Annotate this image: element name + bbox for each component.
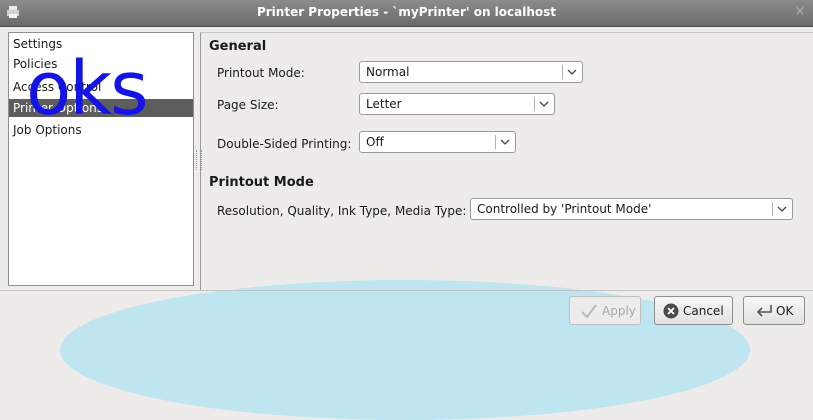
divider <box>0 290 813 291</box>
cancel-icon <box>663 303 679 319</box>
apply-button[interactable]: Apply <box>569 296 641 325</box>
sidebar-item-label: Job Options <box>13 123 82 137</box>
double-sided-label: Double-Sided Printing: <box>217 137 352 151</box>
decorative-arc <box>60 280 750 420</box>
ok-label: OK <box>776 304 794 318</box>
page-size-select[interactable]: Letter <box>359 93 555 115</box>
sidebar-item-job-options[interactable]: Job Options <box>9 121 193 139</box>
page-size-value: Letter <box>366 97 402 111</box>
sidebar-item-label: Settings <box>13 37 63 51</box>
cancel-button[interactable]: Cancel <box>654 296 733 325</box>
printout-mode-select[interactable]: Normal <box>359 61 583 83</box>
sidebar-item-label: Access Control <box>13 80 102 94</box>
sidebar-item-policies[interactable]: Policies <box>9 55 193 73</box>
return-arrow-icon <box>756 305 772 317</box>
resolution-value: Controlled by 'Printout Mode' <box>477 202 652 216</box>
printout-mode-label: Printout Mode: <box>217 66 305 80</box>
ok-button[interactable]: OK <box>743 296 805 325</box>
page-size-label: Page Size: <box>217 98 279 112</box>
chevron-down-icon <box>777 206 787 212</box>
checkmark-icon <box>581 304 597 319</box>
printout-mode-value: Normal <box>366 65 410 79</box>
window-title: Printer Properties - `myPrinter' on loca… <box>256 5 557 19</box>
printout-mode-heading: Printout Mode <box>209 175 314 190</box>
general-heading: General <box>209 39 267 54</box>
close-icon[interactable]: × <box>793 4 807 20</box>
sidebar-item-access-control[interactable]: Access Control <box>9 78 193 96</box>
cancel-label: Cancel <box>683 304 724 318</box>
title-bar[interactable]: Printer Properties - `myPrinter' on loca… <box>0 0 813 27</box>
resolution-label: Resolution, Quality, Ink Type, Media Typ… <box>217 204 467 218</box>
options-panel: General Printout Mode: Normal Page Size:… <box>200 32 813 291</box>
sidebar-item-label: Printer Options <box>13 101 104 115</box>
sidebar-item-printer-options[interactable]: Printer Options <box>9 99 193 117</box>
sidebar: Settings Policies Access Control Printer… <box>8 32 194 286</box>
double-sided-value: Off <box>366 135 384 149</box>
chevron-down-icon <box>567 69 577 75</box>
sidebar-item-settings[interactable]: Settings <box>9 35 193 53</box>
chevron-down-icon <box>500 139 510 145</box>
apply-label: Apply <box>602 304 636 318</box>
sidebar-item-label: Policies <box>13 57 58 71</box>
double-sided-select[interactable]: Off <box>359 131 516 153</box>
resolution-select[interactable]: Controlled by 'Printout Mode' <box>470 198 793 220</box>
chevron-down-icon <box>539 101 549 107</box>
